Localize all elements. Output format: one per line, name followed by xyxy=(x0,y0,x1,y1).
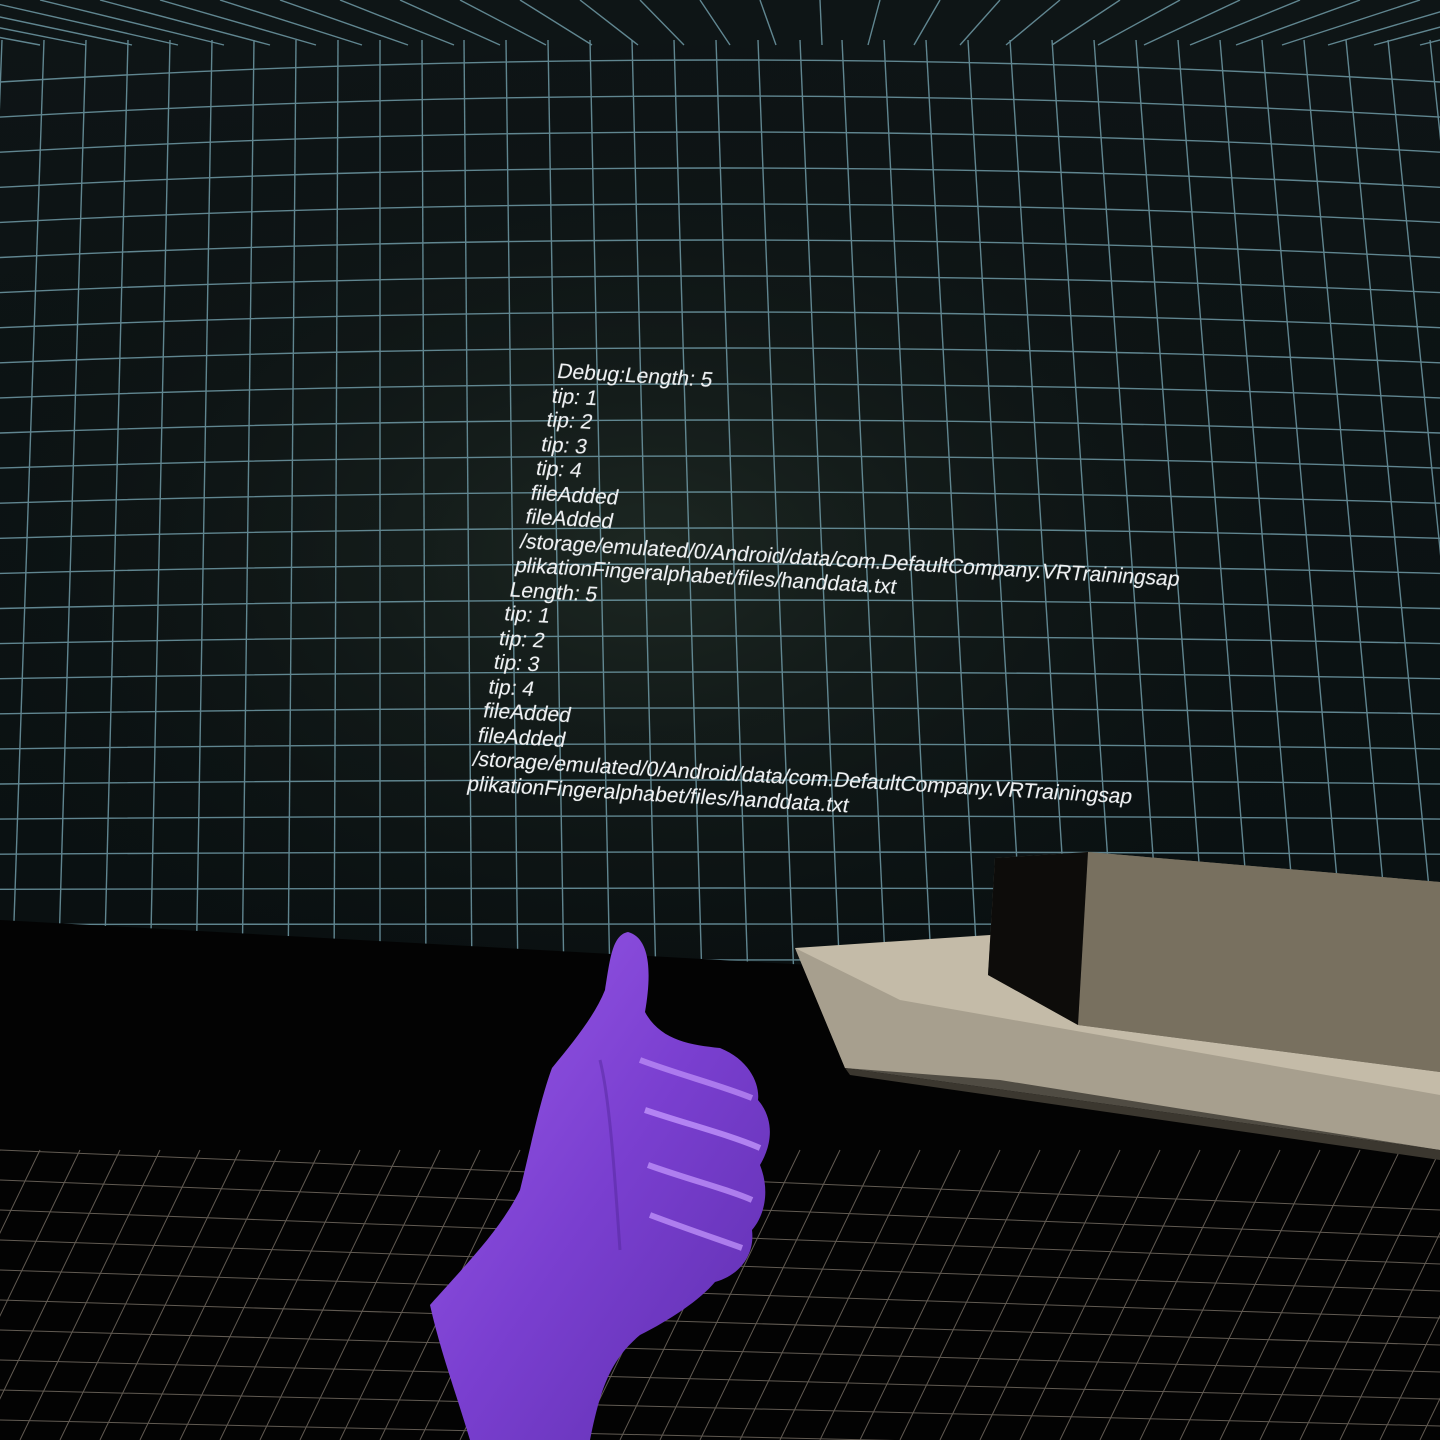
debug-log-panel: Debug:Length: 5 tip: 1 tip: 2 tip: 3 tip… xyxy=(465,360,1319,840)
vr-scene: Debug:Length: 5 tip: 1 tip: 2 tip: 3 tip… xyxy=(0,0,1440,1440)
